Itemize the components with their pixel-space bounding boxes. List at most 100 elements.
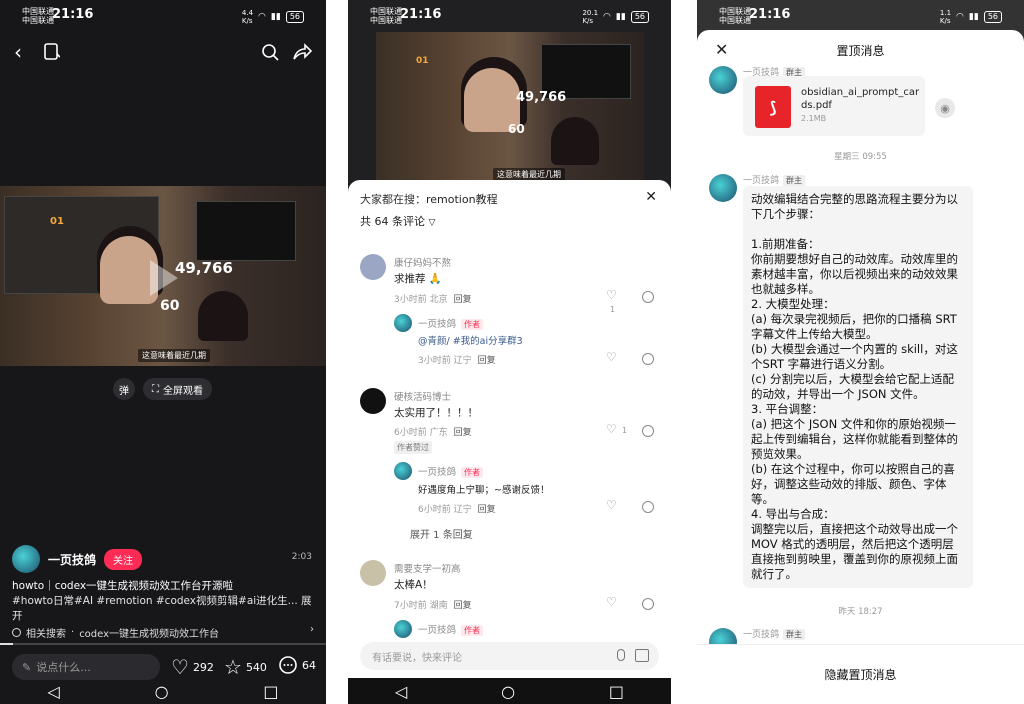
signal-icon: ▮▮ [615, 12, 626, 22]
emoji-icon[interactable] [642, 598, 654, 610]
home-nav-icon[interactable]: ○ [501, 682, 515, 701]
video-player[interactable]: 01 49,766 60 这意味着最近几期 [0, 186, 326, 366]
like-button[interactable]: ♡ 292 [171, 655, 214, 679]
avatar[interactable] [709, 66, 737, 94]
message-line: (a) 把这个 JSON 文件和你的原始视频一起上传到编辑台，这样你就能看到整体… [751, 417, 958, 461]
video-screen: 中国联通 中国联通 21:16 4.4 K/s ◠ ▮▮ 56 ‹ 01 49,… [0, 0, 326, 704]
comment-input[interactable]: 有话要说，快来评论 [360, 642, 659, 670]
recents-nav-icon[interactable]: □ [263, 682, 278, 701]
favorite-button[interactable]: ☆ 540 [224, 655, 267, 679]
avatar[interactable] [394, 314, 412, 332]
network-speed: 4.4 K/s [241, 9, 254, 25]
message-line: (a) 每次录完视频后，把你的口播稿 SRT 字幕文件上传给大模型。 [751, 312, 957, 341]
avatar[interactable] [360, 560, 386, 586]
bookmark-icon[interactable] [40, 40, 64, 64]
image-icon[interactable] [635, 649, 649, 662]
comment-count-label: 共 64 条评论 [360, 215, 425, 228]
page-title: 置顶消息 [836, 44, 885, 58]
message-bubble: 动效编辑结合完整的思路流程主要分为以下几个步骤： 1.前期准备： 你前期要想好自… [743, 186, 973, 588]
author-badge: 作者 [461, 625, 484, 636]
author-badge: 作者 [461, 319, 484, 330]
play-icon[interactable] [150, 260, 178, 296]
heart-icon[interactable]: ♡ [606, 422, 617, 436]
trending-search[interactable]: 大家都在搜：remotion教程 [360, 191, 498, 207]
comment-like-count: 1 [610, 305, 616, 314]
pinned-messages-screen: 中国联通 中国联通 21:16 1.1 K/s ◠ ▮▮ 56 ✕ 置顶消息 一… [697, 0, 1024, 704]
reply-button[interactable]: 回复 [454, 295, 472, 305]
reply-button[interactable]: 回复 [478, 505, 496, 515]
fullscreen-label: 全屏观看 [163, 385, 203, 397]
avatar[interactable] [12, 545, 40, 573]
expand-replies[interactable]: 展开 1 条回复 [410, 526, 473, 541]
message-line: (b) 在这个过程中，你可以按照自己的喜好，调整这些动效的排版、颜色、字体等。 [751, 462, 955, 506]
file-attachment[interactable]: ⟆ obsidian_ai_prompt_cards.pdf 2.1MB [743, 76, 925, 136]
follow-button[interactable]: 关注 [104, 548, 143, 570]
comment-author[interactable]: 一页技鸽 作者 [418, 464, 484, 478]
status-icons: 4.4 K/s ◠ ▮▮ 56 [242, 9, 304, 25]
search-icon[interactable] [258, 40, 282, 64]
close-icon[interactable]: ✕ [645, 189, 657, 205]
emoji-icon[interactable] [642, 353, 654, 365]
message-line: (c) 分割完以后，大模型会给它配上适配的动效，并导出一个 JSON 文件。 [751, 372, 954, 401]
emoji-icon[interactable] [642, 501, 654, 513]
related-search[interactable]: 相关搜索 · codex一键生成视频动效工作台 › [12, 624, 314, 640]
back-nav-icon[interactable]: ◁ [395, 682, 407, 701]
comment-author[interactable]: 一页技鸽 作者 [418, 622, 484, 636]
carrier-2: 中国联通 [719, 16, 751, 25]
recents-nav-icon[interactable]: □ [609, 682, 624, 701]
home-nav-icon[interactable]: ○ [155, 682, 169, 701]
video-number-count: 49,766 [516, 90, 567, 105]
fullscreen-button[interactable]: ⛶ 全屏观看 [143, 378, 212, 400]
heart-icon[interactable]: ♡ [606, 288, 617, 302]
danmu-toggle[interactable]: 弹 [113, 378, 135, 400]
reply-button[interactable]: 回复 [454, 601, 472, 611]
avatar[interactable] [360, 254, 386, 280]
emoji-icon[interactable] [642, 291, 654, 303]
heart-icon[interactable]: ♡ [606, 595, 617, 609]
comment-author[interactable]: 硬核活码博士 [394, 389, 451, 403]
share-icon[interactable] [290, 40, 314, 64]
comment-text: 太实用了！！！！ [394, 407, 478, 419]
comment-author[interactable]: 需要支学一初高 [394, 561, 461, 575]
comment-input[interactable]: ✎ 说点什么... [12, 654, 160, 680]
back-nav-icon[interactable]: ◁ [47, 682, 59, 701]
eye-icon[interactable]: ◉ [935, 98, 955, 118]
video-tags[interactable]: #howto日常#AI #remotion #codex视频剪辑#ai进化生..… [12, 594, 312, 624]
comment-text: 求推荐 🙏 [394, 273, 442, 285]
chevron-down-icon: ▽ [428, 218, 436, 228]
sender-name: 一页技鸽 群主 [743, 173, 806, 186]
reply-button[interactable]: 回复 [454, 428, 472, 438]
timestamp: 昨天 18:27 [838, 607, 883, 617]
heart-icon[interactable]: ♡ [606, 350, 617, 364]
status-icons: 1.1 K/s ◠ ▮▮ 56 [940, 9, 1002, 25]
comment-like-count: 1 [622, 426, 628, 435]
trending-search-prefix: 大家都在搜： [360, 193, 426, 206]
emoji-icon[interactable] [642, 425, 654, 437]
comments-button[interactable]: 64 [278, 655, 316, 675]
hide-pinned-button[interactable]: 隐藏置顶消息 [697, 644, 1024, 704]
battery-icon: 56 [630, 11, 649, 23]
author-badge: 作者 [461, 467, 484, 478]
avatar[interactable] [394, 462, 412, 480]
message-spacer [751, 222, 965, 237]
related-text: codex一键生成视频动效工作台 [79, 628, 220, 640]
avatar[interactable] [360, 388, 386, 414]
avatar[interactable] [709, 174, 737, 202]
microphone-icon[interactable] [617, 649, 625, 661]
comment-author[interactable]: 一页技鸽 作者 [418, 316, 484, 330]
video-inset-screen [196, 201, 296, 261]
reply-author-name: 一页技鸽 [418, 467, 457, 478]
comment-author[interactable]: 康仔妈妈不熬 [394, 255, 451, 269]
heart-icon[interactable]: ♡ [606, 498, 617, 512]
avatar[interactable] [394, 620, 412, 638]
message-line: 2. 大模型处理： [751, 297, 835, 311]
video-duration: 2:03 [291, 552, 312, 562]
reply-button[interactable]: 回复 [478, 356, 496, 366]
back-icon[interactable]: ‹ [6, 40, 30, 64]
comment-count-header[interactable]: 共 64 条评论 ▽ [360, 213, 435, 229]
progress-bar[interactable] [0, 643, 326, 645]
clock: 21:16 [749, 7, 791, 22]
author-name[interactable]: 一页技鸽 [48, 551, 96, 568]
sender-name-text: 一页技鸽 [743, 176, 780, 186]
video-player-mini[interactable]: 01 49,766 60 这意味着最近几期 [376, 32, 644, 180]
